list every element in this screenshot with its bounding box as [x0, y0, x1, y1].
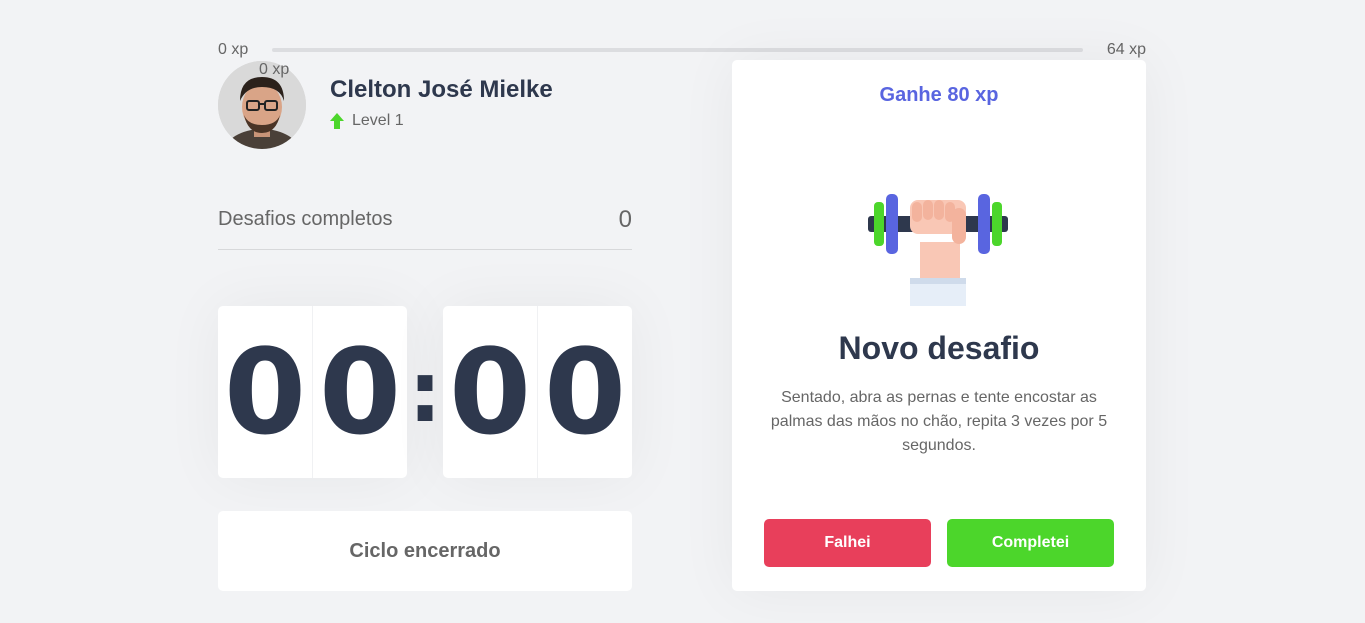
seconds-display: 0 0 — [443, 306, 632, 478]
minute-ones-digit: 0 — [312, 306, 407, 478]
second-tens-digit: 0 — [448, 323, 532, 461]
arrow-up-icon — [330, 113, 344, 129]
challenge-failed-button[interactable]: Falhei — [764, 519, 931, 567]
completed-challenges-count: 0 — [618, 205, 632, 233]
minute-tens-digit: 0 — [223, 323, 307, 461]
time-separator: : — [408, 343, 442, 441]
challenge-description: Sentado, abra as pernas e tente encostar… — [770, 389, 1108, 454]
minutes-display: 0 0 — [218, 306, 407, 478]
current-xp-label: 0 xp — [259, 61, 290, 78]
level-label: Level 1 — [352, 112, 404, 129]
level-info: Level 1 — [330, 112, 404, 130]
user-name: Clelton José Mielke — [330, 76, 553, 103]
challenge-xp-reward: Ganhe 80 xp — [879, 84, 999, 106]
xp-max-label: 64 xp — [1106, 41, 1146, 58]
countdown-timer: 0 0 : 0 0 — [218, 306, 632, 478]
completed-challenges: Desafios completos 0 — [218, 190, 632, 250]
challenge-card: Ganhe 80 xp Novo desafio Sentado, abra a… — [732, 60, 1146, 591]
challenge-completed-button[interactable]: Completei — [947, 519, 1114, 567]
experience-bar: 0 xp 64 xp — [218, 40, 1146, 60]
dumbbell-icon — [866, 190, 1012, 306]
challenge-actions: Falhei Completei — [764, 519, 1114, 567]
xp-progress-track — [272, 48, 1083, 52]
completed-challenges-label: Desafios completos — [218, 208, 393, 230]
second-ones-digit: 0 — [537, 306, 632, 478]
challenge-title: Novo desafio — [838, 330, 1040, 366]
xp-min-label: 0 xp — [218, 41, 249, 58]
cycle-finished-button[interactable]: Ciclo encerrado — [218, 511, 632, 591]
